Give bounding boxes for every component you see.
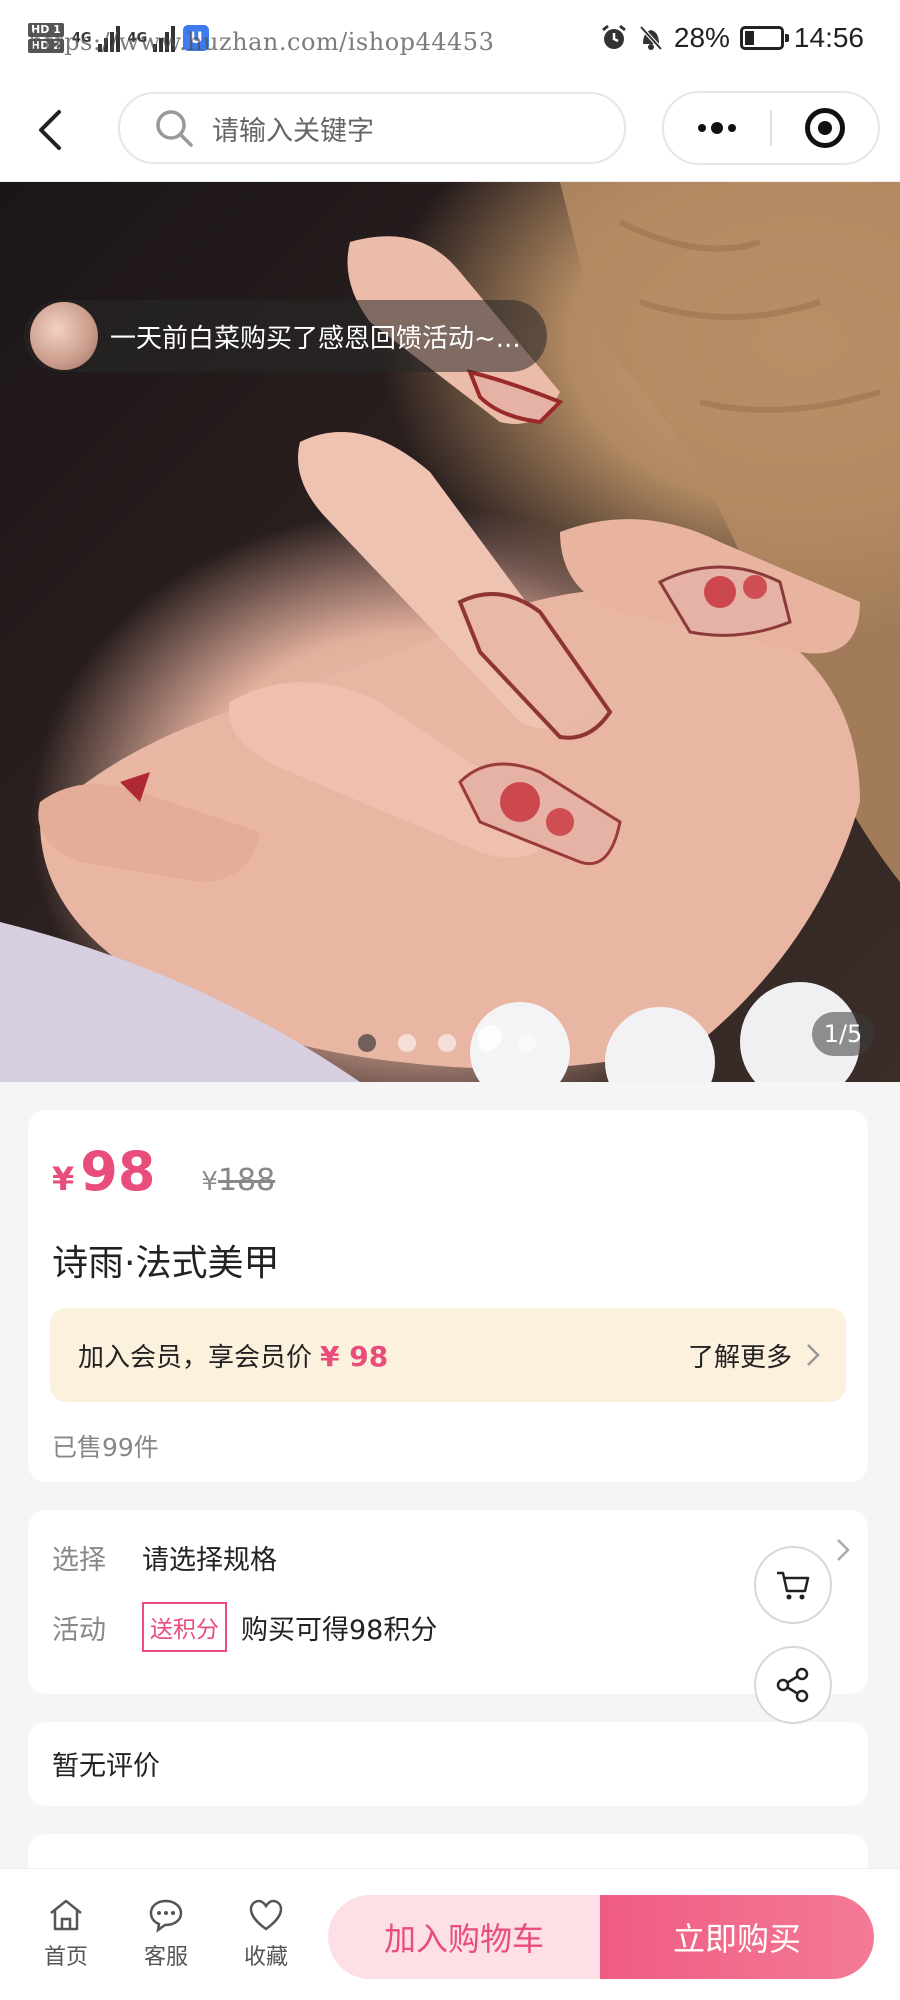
no-reviews-text: 暂无评价 (52, 1751, 160, 1782)
url-watermark: https://www.huzhan.com/ishop44453 (28, 28, 495, 56)
search-placeholder: 请输入关键字 (212, 115, 374, 147)
target-icon (805, 108, 845, 148)
activity-key: 活动 (52, 1614, 106, 1646)
purchase-toast: 一天前白菜购买了感恩回馈活动~... (24, 300, 547, 372)
back-chevron-icon (39, 110, 61, 150)
points-tag: 送积分 (142, 1602, 227, 1652)
pagination-dot[interactable] (478, 1034, 496, 1052)
add-to-cart-button[interactable]: 加入购物车 (328, 1895, 600, 1979)
buy-now-button[interactable]: 立即购买 (600, 1895, 874, 1979)
price-card: ¥ 98 ¥188 诗雨·法式美甲 加入会员，享会员价 ¥ 98 了解更多 已售… (28, 1110, 868, 1482)
original-currency: ¥ (201, 1167, 218, 1197)
alarm-icon (601, 24, 626, 49)
pagination-dot[interactable] (518, 1034, 536, 1052)
toast-message: 一天前白菜购买了感恩回馈活动~... (110, 323, 521, 354)
top-navigation: 请输入关键字 (0, 80, 900, 182)
status-right: 28% 14:56 (600, 18, 864, 58)
spec-select-row[interactable]: 选择 请选择规格 (52, 1538, 277, 1577)
nav-favorite-label: 收藏 (243, 1945, 288, 1970)
home-icon (50, 1899, 82, 1931)
bottom-action-bar: 首页 客服 收藏 加入购物车 立即购买 (0, 1868, 900, 2000)
chevron-right-icon (807, 1344, 820, 1366)
sold-count: 已售99件 (52, 1433, 159, 1462)
spec-select-value: 请选择规格 (142, 1545, 277, 1576)
avatar (30, 302, 98, 370)
floating-share-button[interactable] (754, 1646, 832, 1724)
floating-cart-button[interactable] (754, 1546, 832, 1624)
more-button[interactable] (664, 93, 770, 163)
back-button[interactable] (22, 102, 78, 158)
price-row: ¥ 98 ¥188 (52, 1140, 275, 1203)
spec-select-key: 选择 (52, 1545, 106, 1576)
more-dots-icon (698, 122, 736, 134)
member-price: ¥ 98 (320, 1339, 389, 1373)
membership-text-group: 加入会员，享会员价 ¥ 98 (78, 1337, 388, 1374)
nav-service-label: 客服 (143, 1945, 188, 1970)
nav-customer-service[interactable]: 客服 (126, 1897, 206, 1971)
product-image-gallery[interactable]: 一天前白菜购买了感恩回馈活动~... 1/5 (0, 182, 900, 1082)
clock: 14:56 (793, 22, 864, 53)
chat-icon (149, 1899, 183, 1933)
battery-percent: 28% (673, 22, 730, 53)
learn-more-label: 了解更多 (687, 1342, 792, 1373)
nav-favorite[interactable]: 收藏 (226, 1897, 306, 1971)
share-icon (776, 1667, 809, 1703)
product-title: 诗雨·法式美甲 (52, 1243, 280, 1284)
mini-program-capsule (662, 91, 880, 165)
original-value: 188 (217, 1163, 276, 1198)
cart-icon (777, 1571, 810, 1600)
pagination-dot[interactable] (398, 1034, 416, 1052)
nav-home[interactable]: 首页 (26, 1897, 106, 1971)
learn-more-link[interactable]: 了解更多 (688, 1337, 820, 1374)
membership-banner[interactable]: 加入会员，享会员价 ¥ 98 了解更多 (50, 1308, 846, 1402)
pagination-dot[interactable] (438, 1034, 456, 1052)
reviews-card[interactable]: 暂无评价 (28, 1722, 868, 1806)
original-price: ¥188 (201, 1163, 275, 1198)
price-currency: ¥ (52, 1160, 75, 1198)
activity-row: 活动 送积分 购买可得98积分 (52, 1602, 437, 1652)
search-input[interactable]: 请输入关键字 (118, 92, 626, 164)
gallery-pagination (358, 1034, 536, 1052)
current-price: 98 (80, 1140, 156, 1203)
spec-card: 选择 请选择规格 活动 送积分 购买可得98积分 (28, 1510, 868, 1694)
nav-home-label: 首页 (43, 1945, 88, 1970)
close-mini-program-button[interactable] (772, 93, 878, 163)
search-icon (156, 110, 193, 147)
heart-icon (249, 1899, 283, 1931)
chevron-right-icon[interactable] (836, 1538, 850, 1562)
mute-bell-icon (639, 25, 663, 51)
activity-value: 购买可得98积分 (241, 1614, 438, 1646)
pagination-dot[interactable] (358, 1034, 376, 1052)
status-bar: HD 1 HD 2 4G 4G U https://www.huzhan.com… (0, 0, 900, 80)
page-counter: 1/5 (812, 1012, 874, 1056)
membership-text: 加入会员，享会员价 (78, 1342, 313, 1373)
battery-icon (739, 26, 789, 50)
